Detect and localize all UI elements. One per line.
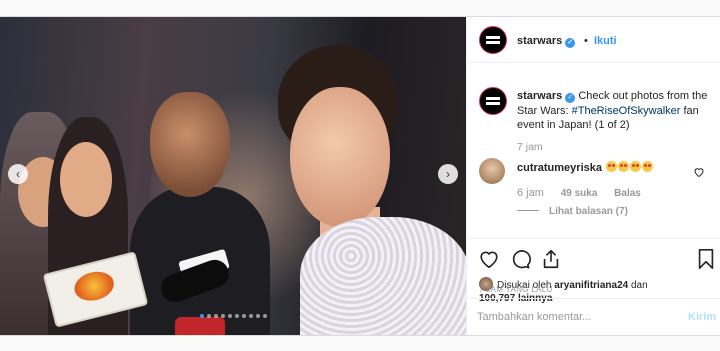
reply-button[interactable]: Balas <box>614 188 641 199</box>
caption-username[interactable]: starwars <box>517 90 562 102</box>
send-comment-button[interactable]: Kirim <box>688 311 716 323</box>
add-comment-bar: Kirim <box>467 298 720 335</box>
header-username[interactable]: starwars ✓ <box>517 35 576 48</box>
photo-actress-face <box>290 87 390 227</box>
post-header: starwars ✓ • Ikuti <box>467 17 720 63</box>
share-icon <box>543 249 559 269</box>
verified-icon: ✓ <box>565 38 576 48</box>
carousel-dot <box>249 314 253 318</box>
carousel-indicator <box>200 314 267 318</box>
carousel-dot <box>256 314 260 318</box>
comment-meta: 6 jam 49 suka Balas <box>517 187 655 199</box>
carousel-dot <box>263 314 267 318</box>
starwars-logo-icon <box>486 97 500 105</box>
photo-red-device <box>175 317 225 335</box>
avatar[interactable] <box>479 26 507 54</box>
post-caption: starwars ✓ Check out photos from the Star… <box>517 89 713 133</box>
share-button[interactable] <box>540 248 562 270</box>
photo-man-head <box>150 92 230 197</box>
comment-time: 6 jam <box>517 187 544 199</box>
carousel-dot <box>221 314 225 318</box>
heart-eyes-emoji-icon <box>606 161 618 172</box>
comment-input[interactable] <box>477 308 667 326</box>
starwars-logo-icon <box>486 36 500 44</box>
carousel-dot <box>235 314 239 318</box>
comment-username[interactable]: cutratumeyriska <box>517 162 602 174</box>
comments-section: starwars ✓ Check out photos from the Star… <box>467 63 720 238</box>
heart-icon <box>480 251 498 269</box>
carousel-dot <box>214 314 218 318</box>
like-button[interactable] <box>478 248 500 270</box>
view-replies-link[interactable]: Lihat balasan (7) <box>517 206 628 217</box>
likes-conjunction: dan <box>630 280 648 291</box>
save-button[interactable] <box>695 248 717 270</box>
carousel-dot <box>200 314 204 318</box>
post-photo[interactable]: ‹ › <box>0 17 466 335</box>
follow-button[interactable]: Ikuti <box>594 35 617 47</box>
caption-hashtag[interactable]: #TheRiseOfSkywalker <box>572 105 681 117</box>
comment-icon <box>512 250 531 269</box>
comment-like-heart-icon[interactable] <box>693 166 705 178</box>
comment-button[interactable] <box>509 248 531 270</box>
carousel-prev-button[interactable]: ‹ <box>8 164 28 184</box>
post-timestamp: 7 JAM YANG LALU <box>479 285 553 294</box>
comment-emojis <box>605 161 654 174</box>
carousel-dot <box>228 314 232 318</box>
carousel-dot <box>207 314 211 318</box>
verified-icon: ✓ <box>565 93 576 103</box>
header-separator: • <box>584 35 588 47</box>
post-card: ‹ › starwars ✓ • Ikuti starwars ✓ Check … <box>0 16 720 336</box>
caption-time: 7 jam <box>517 141 543 153</box>
carousel-next-button[interactable]: › <box>438 164 458 184</box>
chevron-right-icon: › <box>446 167 450 181</box>
carousel-dot <box>242 314 246 318</box>
chevron-left-icon: ‹ <box>16 167 20 181</box>
heart-eyes-emoji-icon <box>630 161 642 172</box>
caption-avatar[interactable] <box>479 87 507 115</box>
comment-avatar[interactable] <box>479 158 505 184</box>
bookmark-icon <box>698 249 714 269</box>
photo-face-second <box>60 142 112 217</box>
photo-actress-dress <box>300 217 466 335</box>
post-sidebar: starwars ✓ • Ikuti starwars ✓ Check out ph… <box>466 17 720 335</box>
heart-eyes-emoji-icon <box>618 161 630 172</box>
heart-eyes-emoji-icon <box>642 161 654 172</box>
comment-text: cutratumeyriska <box>517 161 654 174</box>
comment-likes[interactable]: 49 suka <box>561 188 598 199</box>
liker-username[interactable]: aryanifitriana24 <box>554 280 628 291</box>
